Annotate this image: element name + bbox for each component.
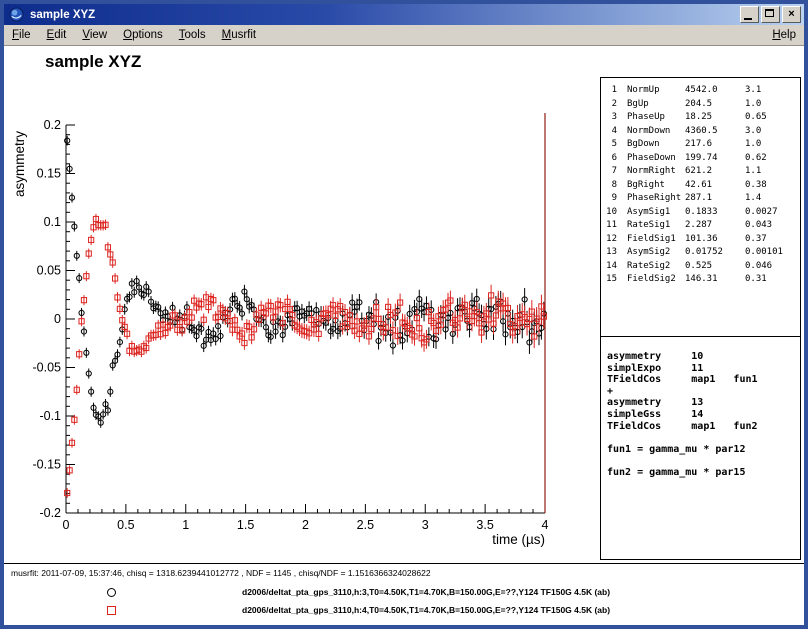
app-window: sample XYZ × FileEditViewOptionsToolsMus… — [0, 0, 808, 629]
minimize-button[interactable] — [740, 6, 759, 23]
theory-line: simplExpo 11 — [607, 363, 800, 375]
svg-text:2.5: 2.5 — [357, 518, 374, 532]
theory-line: fun1 = gamma_mu * par12 — [607, 444, 800, 456]
parameter-row: 12FieldSig1101.360.37 — [605, 233, 800, 247]
theory-line: asymmetry 10 — [607, 351, 800, 363]
menu-tools[interactable]: Tools — [171, 26, 214, 44]
theory-line: TFieldCos map1 fun2 — [607, 421, 800, 433]
svg-text:0.5: 0.5 — [117, 518, 134, 532]
y-axis-title: asymmetry — [12, 131, 27, 197]
theory-line — [607, 455, 800, 467]
close-button[interactable]: × — [782, 6, 801, 23]
svg-text:0.2: 0.2 — [44, 118, 61, 132]
svg-text:0.15: 0.15 — [37, 167, 61, 181]
theory-line: TFieldCos map1 fun1 — [607, 374, 800, 386]
root-canvas: sample XYZ 00.511.522.533.540.20.150.10.… — [4, 46, 804, 625]
parameter-row: 13AsymSig20.017520.00101 — [605, 246, 800, 260]
parameter-row: 1NormUp4542.03.1 — [605, 84, 800, 98]
svg-text:-0.15: -0.15 — [33, 458, 62, 472]
asymmetry-plot: 0 0.5 1 1.5 2 2.5 3 3.5 4 0.2 0.15 0.1 0.05 0 -0.05 -0.… — [4, 46, 604, 566]
theory-line: fun2 = gamma_mu * par15 — [607, 467, 800, 479]
minimize-icon — [744, 18, 752, 20]
legend-label-1: d2006/deltat_pta_gps_3110,h:3,T0=4.50K,T… — [242, 587, 610, 597]
parameter-row: 8BgRight42.610.38 — [605, 179, 800, 193]
parameter-table: 1NormUp4542.03.12BgUp204.51.03PhaseUp18.… — [600, 77, 801, 337]
parameter-row: 2BgUp204.51.0 — [605, 98, 800, 112]
parameter-row: 5BgDown217.61.0 — [605, 138, 800, 152]
parameter-row: 10AsymSig10.18330.0027 — [605, 206, 800, 220]
parameter-row: 7NormRight621.21.1 — [605, 165, 800, 179]
menu-group-left: FileEditViewOptionsToolsMusrfit — [4, 26, 264, 44]
titlebar[interactable]: sample XYZ × — [4, 4, 804, 25]
parameter-row: 3PhaseUp18.250.65 — [605, 111, 800, 125]
svg-text:0.05: 0.05 — [37, 264, 61, 278]
svg-text:-0.1: -0.1 — [39, 409, 61, 423]
parameter-row: 4NormDown4360.53.0 — [605, 125, 800, 139]
svg-text:-0.05: -0.05 — [33, 361, 62, 375]
status-divider — [4, 563, 804, 564]
fit-status-line: musrfit: 2011-07-09, 15:37:46, chisq = 1… — [11, 568, 431, 578]
close-icon: × — [783, 7, 800, 22]
theory-line — [607, 432, 800, 444]
theory-box: asymmetry 10simplExpo 11TFieldCos map1 f… — [600, 336, 801, 560]
svg-text:0: 0 — [54, 312, 61, 326]
menu-options[interactable]: Options — [115, 26, 171, 44]
theory-line: simpleGss 14 — [607, 409, 800, 421]
parameter-row: 6PhaseDown199.740.62 — [605, 152, 800, 166]
theory-line: asymmetry 13 — [607, 397, 800, 409]
app-icon — [9, 7, 24, 22]
svg-text:4: 4 — [542, 518, 549, 532]
svg-text:2: 2 — [302, 518, 309, 532]
legend-label-2: d2006/deltat_pta_gps_3110,h:4,T0=4.50K,T… — [242, 605, 610, 615]
svg-text:0: 0 — [63, 518, 70, 532]
maximize-button[interactable] — [761, 6, 780, 23]
theory-line: + — [607, 386, 800, 398]
data-points-series-2 — [65, 214, 547, 498]
menubar: FileEditViewOptionsToolsMusrfit Help — [4, 25, 804, 46]
svg-text:3: 3 — [422, 518, 429, 532]
parameter-row: 15FieldSig2146.310.31 — [605, 273, 800, 287]
menu-view[interactable]: View — [74, 26, 115, 44]
x-axis-title: time (µs) — [492, 532, 545, 547]
svg-text:1: 1 — [182, 518, 189, 532]
menu-help[interactable]: Help — [764, 26, 804, 44]
svg-text:-0.2: -0.2 — [39, 506, 61, 520]
menu-file[interactable]: File — [4, 26, 39, 44]
parameter-row: 9PhaseRight287.11.4 — [605, 192, 800, 206]
menu-group-right: Help — [764, 26, 804, 44]
svg-text:3.5: 3.5 — [476, 518, 493, 532]
svg-text:1.5: 1.5 — [237, 518, 254, 532]
legend-marker-circle — [107, 588, 116, 597]
svg-text:0.1: 0.1 — [44, 215, 61, 229]
data-points-series-1 — [65, 136, 547, 428]
window-title: sample XYZ — [30, 9, 738, 21]
legend-marker-square — [107, 606, 116, 615]
parameter-row: 11RateSig12.2870.043 — [605, 219, 800, 233]
parameter-row: 14RateSig20.5250.046 — [605, 260, 800, 274]
menu-musrfit[interactable]: Musrfit — [214, 26, 265, 44]
menu-edit[interactable]: Edit — [39, 26, 75, 44]
maximize-icon — [765, 9, 774, 17]
